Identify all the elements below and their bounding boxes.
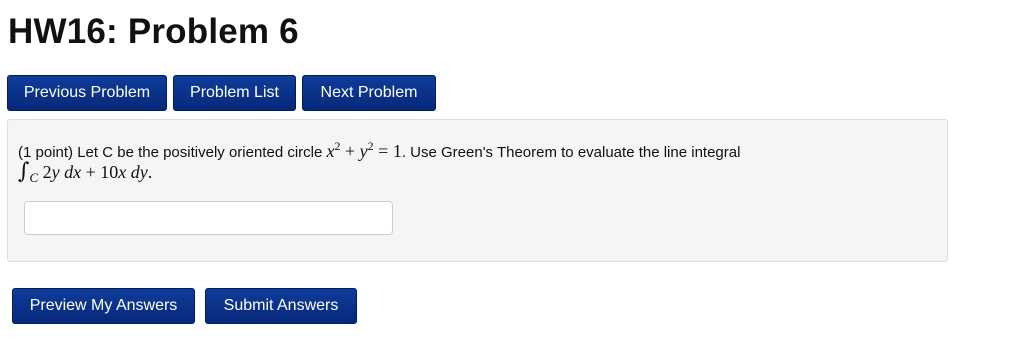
circle-equation: x2 + y2 = 1: [326, 139, 402, 161]
problem-navigation: Previous Problem Problem List Next Probl…: [7, 75, 436, 111]
math-y: y: [359, 141, 368, 161]
integral-sign: ∫: [18, 159, 30, 184]
problem-list-button[interactable]: Problem List: [173, 75, 296, 111]
answer-input[interactable]: [24, 201, 393, 235]
math-exp: 2: [367, 139, 374, 153]
integral-term-1: y dx: [51, 162, 82, 182]
integral-coef-1: 2: [42, 162, 52, 182]
math-plus: +: [345, 141, 356, 161]
submit-answers-button[interactable]: Submit Answers: [205, 288, 357, 324]
line-integral: ∫C 2y dx + 10x dy.: [18, 159, 153, 185]
integral-plus: +: [85, 162, 96, 182]
integral-term-2: x dy: [118, 162, 148, 182]
math-equals-one: = 1: [378, 141, 402, 161]
preview-answers-button[interactable]: Preview My Answers: [12, 288, 195, 324]
problem-text-after: . Use Green's Theorem to evaluate the li…: [401, 144, 741, 161]
next-problem-button[interactable]: Next Problem: [302, 75, 436, 111]
page-title: HW16: Problem 6: [8, 12, 299, 51]
problem-panel: (1 point) Let C be the positively orient…: [7, 119, 948, 262]
math-exp: 2: [334, 139, 341, 153]
math-x: x: [326, 141, 335, 161]
integral-period: .: [147, 162, 153, 182]
integral-subscript: C: [29, 170, 39, 185]
integral-coef-2: 10: [100, 162, 119, 182]
answer-actions: Preview My Answers Submit Answers: [12, 288, 357, 324]
previous-problem-button[interactable]: Previous Problem: [7, 75, 167, 111]
